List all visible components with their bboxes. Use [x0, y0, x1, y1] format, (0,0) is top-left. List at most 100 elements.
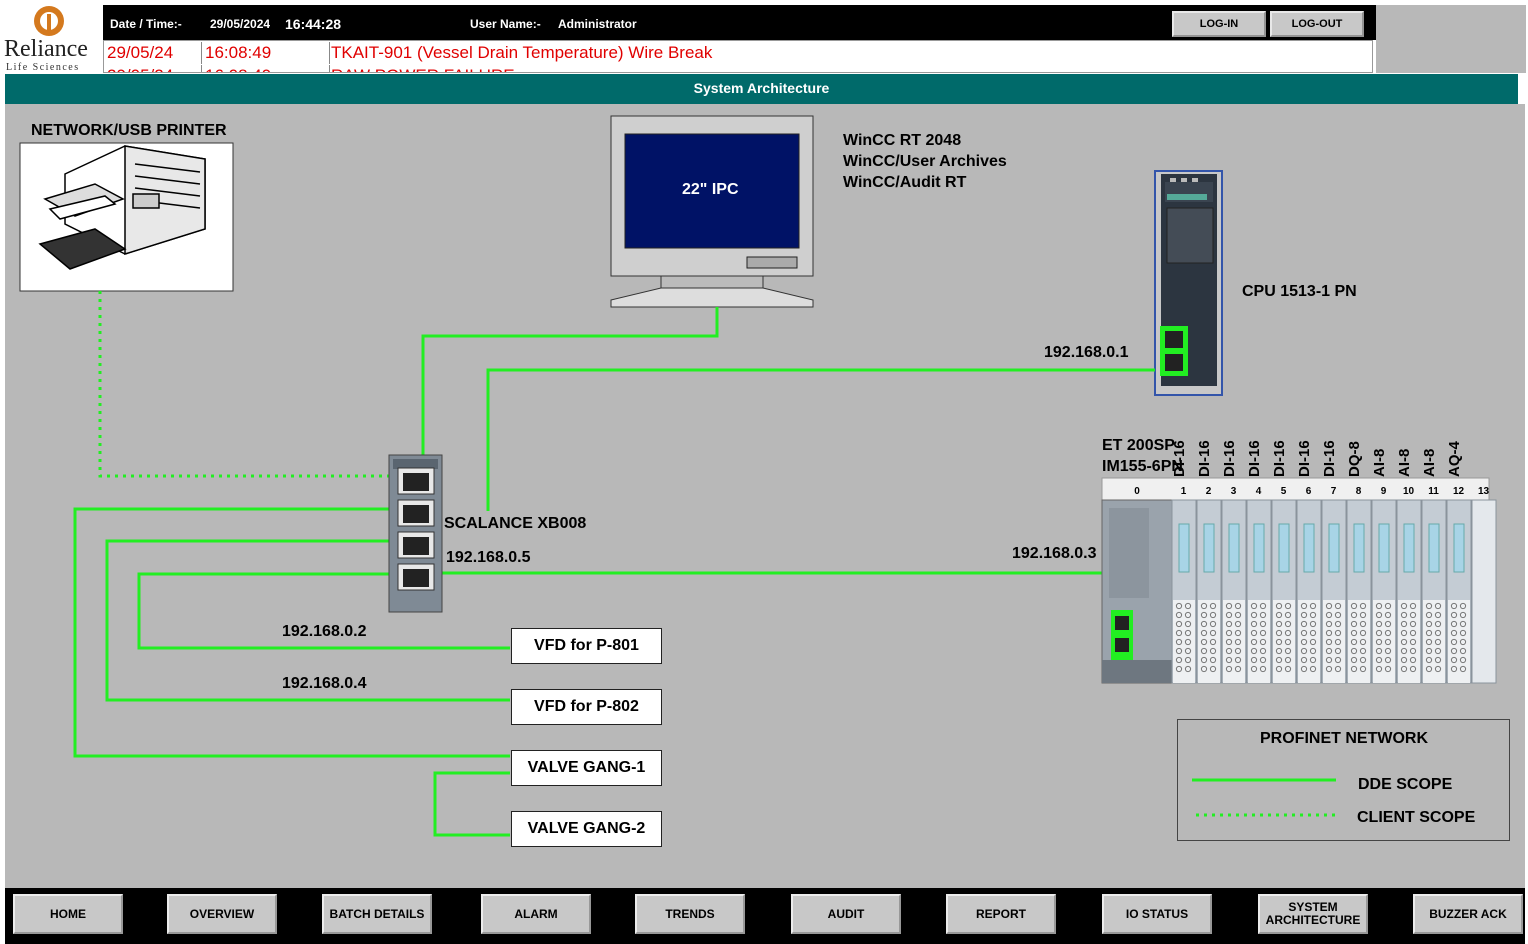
link-switch-cpu: [486, 368, 1155, 511]
current-date: 29/05/2024: [210, 17, 271, 31]
rack-module-window: [1378, 523, 1390, 573]
rack-slot-number: 13: [1478, 486, 1490, 497]
rack-module-window: [1403, 523, 1415, 573]
wincc-line-1: WinCC RT 2048: [843, 132, 962, 149]
ipc-label: 22" IPC: [682, 181, 739, 198]
nav-report-button[interactable]: REPORT: [946, 894, 1056, 934]
io-module-label: DI-16: [1270, 440, 1288, 477]
logo-subtitle: Life Sciences: [6, 62, 80, 73]
nav-batch-details-button[interactable]: BATCH DETAILS: [322, 894, 432, 934]
user-label: User Name:-: [470, 17, 541, 31]
login-button[interactable]: LOG-IN: [1172, 11, 1266, 37]
rack-slot-number: 6: [1306, 486, 1312, 497]
network-legend: PROFINET NETWORK DDE SCOPE CLIENT SCOPE: [1177, 719, 1510, 841]
nav-buzzer-ack-button[interactable]: BUZZER ACK: [1413, 894, 1523, 934]
rack-slot-number: 7: [1331, 486, 1337, 497]
wincc-line-3: WinCC/Audit RT: [843, 174, 967, 191]
io-module-label: DQ-8: [1345, 441, 1363, 477]
logout-button[interactable]: LOG-OUT: [1270, 11, 1364, 37]
nav-alarm-button[interactable]: ALARM: [481, 894, 591, 934]
switch-label: SCALANCE XB008: [444, 515, 587, 532]
rack-module-window: [1278, 523, 1290, 573]
legend-dotted-label: CLIENT SCOPE: [1357, 809, 1476, 826]
rack-module-window: [1428, 523, 1440, 573]
io-module-label: DI-16: [1195, 440, 1213, 477]
rack-slot-number: 0: [1134, 486, 1140, 497]
rack-slot-number: 12: [1453, 486, 1465, 497]
et200sp-rack[interactable]: 0 1 2 3 4 5 6 7 8 9 10 11 12 13: [1101, 477, 1497, 684]
link-ipc-switch: [421, 307, 719, 458]
rack-module-window: [1328, 523, 1340, 573]
scalance-switch[interactable]: [388, 454, 443, 613]
rack-module-window: [1253, 523, 1265, 573]
wincc-line-2: WinCC/User Archives: [843, 153, 1007, 170]
alarm-row[interactable]: 29/05/24 16:08:49 RAW POWER FAILURE: [104, 65, 1372, 72]
alarm-date: 29/05/24: [107, 42, 202, 64]
valve-gang-1-box[interactable]: VALVE GANG-1: [511, 750, 662, 786]
rack-io-slot: [1471, 499, 1497, 684]
vfd1-ip: 192.168.0.2: [282, 623, 367, 640]
logo-wordmark: Reliance: [4, 36, 88, 62]
et200sp-ip: 192.168.0.3: [1012, 545, 1097, 562]
rack-slot-number: 11: [1428, 486, 1439, 497]
rack-slot-number: 10: [1403, 486, 1415, 497]
io-module-label: DI-16: [1220, 440, 1238, 477]
legend-title: PROFINET NETWORK: [1260, 730, 1428, 747]
link-valve1-valve2: [433, 771, 510, 837]
io-module-label: AI-8: [1370, 448, 1388, 477]
io-module-label: AQ-4: [1445, 441, 1463, 477]
alarm-message: RAW POWER FAILURE: [331, 65, 1371, 72]
rack-module-window: [1303, 523, 1315, 573]
vfd2-ip: 192.168.0.4: [282, 675, 367, 692]
rack-slot-number: 4: [1256, 486, 1262, 497]
alarm-time: 16:08:49: [205, 42, 330, 64]
bottom-nav-bar: HOME OVERVIEW BATCH DETAILS ALARM TRENDS…: [5, 888, 1525, 944]
rack-slot-number: 3: [1231, 486, 1237, 497]
rack-slot-number: 2: [1206, 486, 1212, 497]
rack-slot-number: 5: [1281, 486, 1287, 497]
user-name: Administrator: [558, 17, 637, 31]
rack-module-window: [1353, 523, 1365, 573]
logo-emblem-icon: [34, 6, 64, 36]
ipc-monitor[interactable]: [610, 115, 814, 308]
cpu-ip: 192.168.0.1: [1044, 344, 1129, 361]
io-module-label: DI-16: [1295, 440, 1313, 477]
cpu-label: CPU 1513-1 PN: [1242, 283, 1357, 300]
io-module-label: AI-8: [1420, 448, 1438, 477]
rack-slot-number: 1: [1181, 486, 1187, 497]
header-filler: [1376, 5, 1526, 73]
alarm-message: TKAIT-901 (Vessel Drain Temperature) Wir…: [331, 43, 713, 62]
rack-slot-number: 9: [1381, 486, 1387, 497]
alarm-banner[interactable]: 29/05/24 16:08:49 TKAIT-901 (Vessel Drai…: [103, 40, 1373, 73]
switch-ip: 192.168.0.5: [446, 549, 531, 566]
rack-slot-number: 8: [1356, 486, 1362, 497]
page-title: System Architecture: [5, 74, 1518, 104]
datetime-label: Date / Time:-: [110, 17, 182, 31]
printer-label: NETWORK/USB PRINTER: [31, 122, 227, 139]
header-bar: Date / Time:- 29/05/2024 16:44:28 User N…: [103, 5, 1376, 40]
nav-audit-button[interactable]: AUDIT: [791, 894, 901, 934]
io-module-label: DI-16: [1245, 440, 1263, 477]
company-logo: Reliance Life Sciences: [0, 0, 104, 76]
io-module-label: AI-8: [1395, 448, 1413, 477]
vfd-p801-box[interactable]: VFD for P-801: [511, 628, 662, 664]
cpu-module[interactable]: [1154, 170, 1223, 396]
nav-overview-button[interactable]: OVERVIEW: [167, 894, 277, 934]
rack-module-window: [1453, 523, 1465, 573]
printer-device[interactable]: [19, 142, 234, 292]
nav-system-architecture-button[interactable]: SYSTEM ARCHITECTURE: [1258, 894, 1368, 934]
alarm-time: 16:08:49: [205, 65, 330, 72]
io-module-label: DI-16: [1170, 440, 1188, 477]
architecture-canvas: 0 1 2 3 4 5 6 7 8 9 10 11 12 13 NETWORK/USB PRINTER 2…: [5, 104, 1525, 888]
nav-home-button[interactable]: HOME: [13, 894, 123, 934]
rack-module-window: [1178, 523, 1190, 573]
alarm-row[interactable]: 29/05/24 16:08:49 TKAIT-901 (Vessel Drai…: [104, 42, 1372, 64]
nav-io-status-button[interactable]: IO STATUS: [1102, 894, 1212, 934]
io-module-label: DI-16: [1320, 440, 1338, 477]
rack-module-window: [1203, 523, 1215, 573]
valve-gang-2-box[interactable]: VALVE GANG-2: [511, 811, 662, 847]
vfd-p802-box[interactable]: VFD for P-802: [511, 689, 662, 725]
nav-trends-button[interactable]: TRENDS: [635, 894, 745, 934]
rack-module-window: [1228, 523, 1240, 573]
link-printer-switch: [98, 291, 390, 478]
